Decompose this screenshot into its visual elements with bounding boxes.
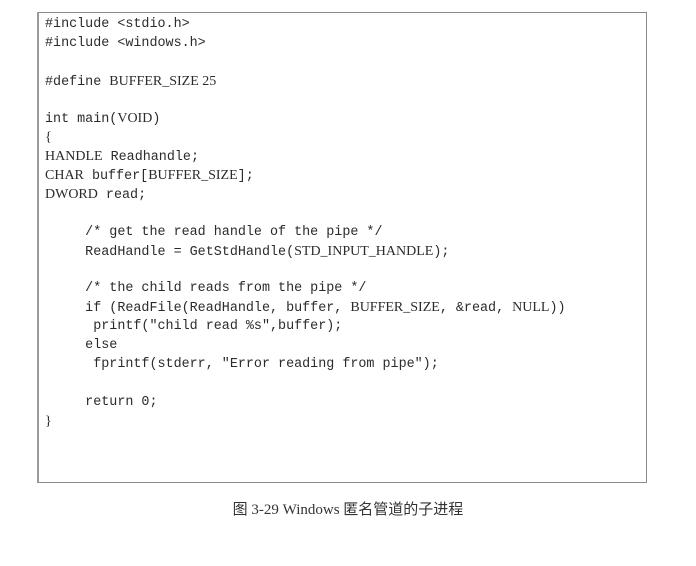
code-line: } xyxy=(45,413,566,432)
code-token: Readhandle; xyxy=(102,150,199,166)
code-token: { xyxy=(45,130,52,146)
code-line: #include <windows.h> xyxy=(45,35,566,54)
code-line: else xyxy=(45,337,566,356)
code-token: #define xyxy=(45,74,110,90)
code-line: ReadHandle = GetStdHandle(STD_INPUT_HAND… xyxy=(45,243,566,262)
code-token: )) xyxy=(549,301,566,317)
code-line: #define BUFFER_SIZE 25 xyxy=(45,73,566,92)
figure-caption: 图 3-29 Windows 匿名管道的子进程 xyxy=(232,502,464,518)
code-listing-box: #include <stdio.h> #include <windows.h> #d… xyxy=(37,12,647,483)
code-token: BUFFER_SIZE xyxy=(148,168,238,184)
code-token: STD_INPUT_HANDLE xyxy=(294,243,434,259)
code-token: int main( xyxy=(45,112,118,128)
code-token: , &read, xyxy=(439,301,513,317)
code-token: ) xyxy=(152,112,161,128)
code-line: return 0; xyxy=(45,394,566,413)
code-line: fprintf(stderr, "Error reading from pipe… xyxy=(45,356,566,375)
code-token: DWORD xyxy=(45,187,98,203)
code-line: int main(VOID) xyxy=(45,110,566,129)
code-token: } xyxy=(45,413,52,429)
code-token: NULL xyxy=(512,300,550,316)
code-line: CHAR buffer[BUFFER_SIZE]; xyxy=(45,167,566,186)
code-token: return 0; xyxy=(45,394,158,410)
code-token: /* get the read handle of the pipe */ xyxy=(45,224,383,240)
code-line: /* the child reads from the pipe */ xyxy=(45,280,566,299)
code-token: #include <windows.h> xyxy=(45,35,206,51)
code-token: BUFFER_SIZE xyxy=(350,300,440,316)
code-token: /* the child reads from the pipe */ xyxy=(45,281,367,297)
code-token: CHAR xyxy=(45,168,84,184)
code-token: buffer[ xyxy=(83,169,149,185)
code-token: #include <stdio.h> xyxy=(45,17,190,32)
code-token: ReadHandle = GetStdHandle( xyxy=(45,244,295,260)
code-token: else xyxy=(45,338,118,354)
code-line: #include <stdio.h> xyxy=(45,16,566,35)
code-token: ]; xyxy=(237,169,254,185)
code-token: ); xyxy=(433,244,450,260)
code-line: HANDLE Readhandle; xyxy=(45,148,566,167)
code-line: /* get the read handle of the pipe */ xyxy=(45,224,566,243)
code-line: printf("child read %s",buffer); xyxy=(45,318,566,337)
code-token: fprintf(stderr, "Error reading from pipe… xyxy=(45,357,439,373)
code-listing: #include <stdio.h> #include <windows.h> #d… xyxy=(45,16,566,432)
code-line: if (ReadFile(ReadHandle, buffer, BUFFER_… xyxy=(45,299,566,318)
code-token: BUFFER_SIZE 25 xyxy=(109,73,217,89)
code-token: printf("child read %s",buffer); xyxy=(45,319,343,335)
code-token: HANDLE xyxy=(45,149,103,165)
code-token: VOID xyxy=(117,111,153,127)
code-line: DWORD read; xyxy=(45,186,566,205)
code-token: read; xyxy=(97,188,147,204)
code-token: if (ReadFile(ReadHandle, buffer, xyxy=(45,301,351,317)
code-line: { xyxy=(45,129,566,148)
